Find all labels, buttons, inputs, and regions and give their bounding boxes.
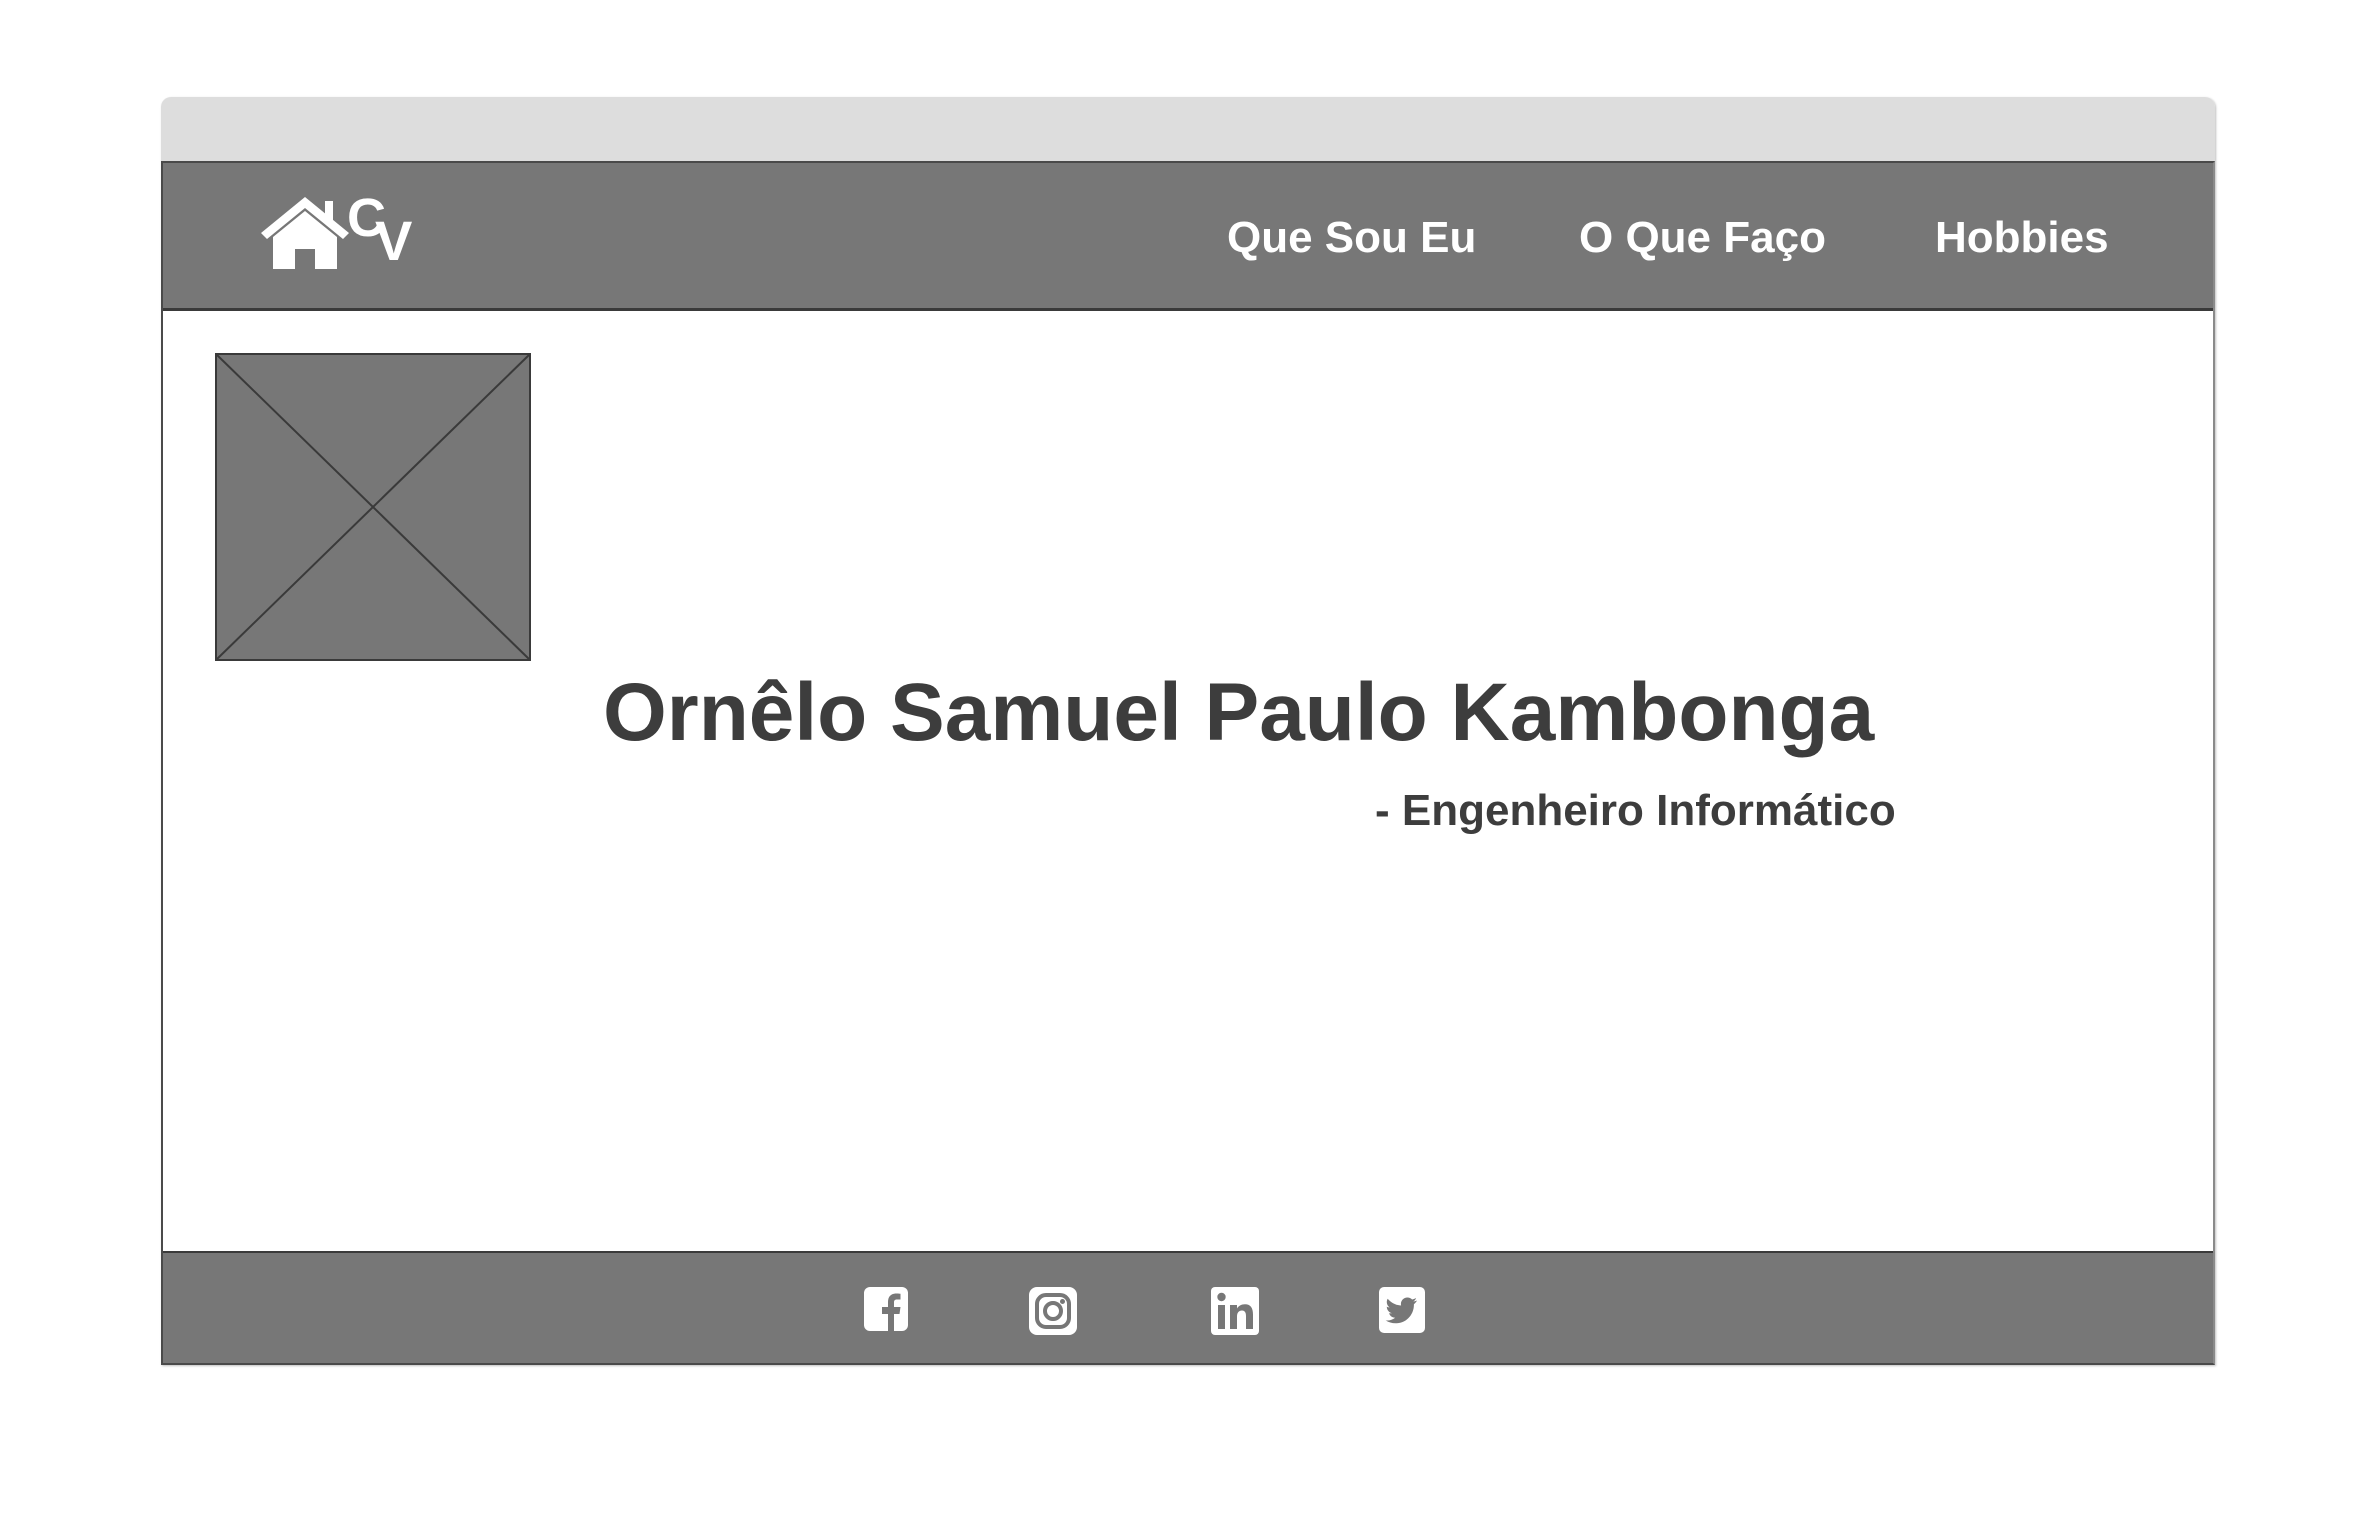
facebook-icon[interactable] bbox=[862, 1285, 912, 1335]
nav-item-que-sou-eu[interactable]: Que Sou Eu bbox=[1227, 213, 1476, 263]
house-icon bbox=[259, 193, 351, 269]
logo-letter-v: V bbox=[375, 209, 413, 272]
nav-item-hobbies[interactable]: Hobbies bbox=[1935, 213, 2109, 263]
site-footer bbox=[163, 1251, 2213, 1363]
hero-section: Ornêlo Samuel Paulo Kambonga - Engenheir… bbox=[163, 311, 2213, 1253]
nav-item-o-que-faco[interactable]: O Que Faço bbox=[1579, 213, 1826, 263]
browser-window: C V Que Sou Eu O Que Faço Hobbies Ornêlo… bbox=[161, 97, 2215, 1365]
person-name: Ornêlo Samuel Paulo Kambonga bbox=[603, 667, 1875, 758]
site-header: C V Que Sou Eu O Que Faço Hobbies bbox=[163, 163, 2213, 311]
window-titlebar bbox=[161, 97, 2215, 161]
site-logo[interactable]: C V bbox=[259, 191, 429, 273]
person-role: - Engenheiro Informático bbox=[1375, 786, 1896, 835]
linkedin-icon[interactable] bbox=[1209, 1285, 1259, 1335]
page: C V Que Sou Eu O Que Faço Hobbies Ornêlo… bbox=[161, 161, 2215, 1365]
instagram-icon[interactable] bbox=[1027, 1285, 1077, 1335]
twitter-icon[interactable] bbox=[1377, 1285, 1427, 1335]
profile-photo-placeholder bbox=[215, 353, 531, 661]
